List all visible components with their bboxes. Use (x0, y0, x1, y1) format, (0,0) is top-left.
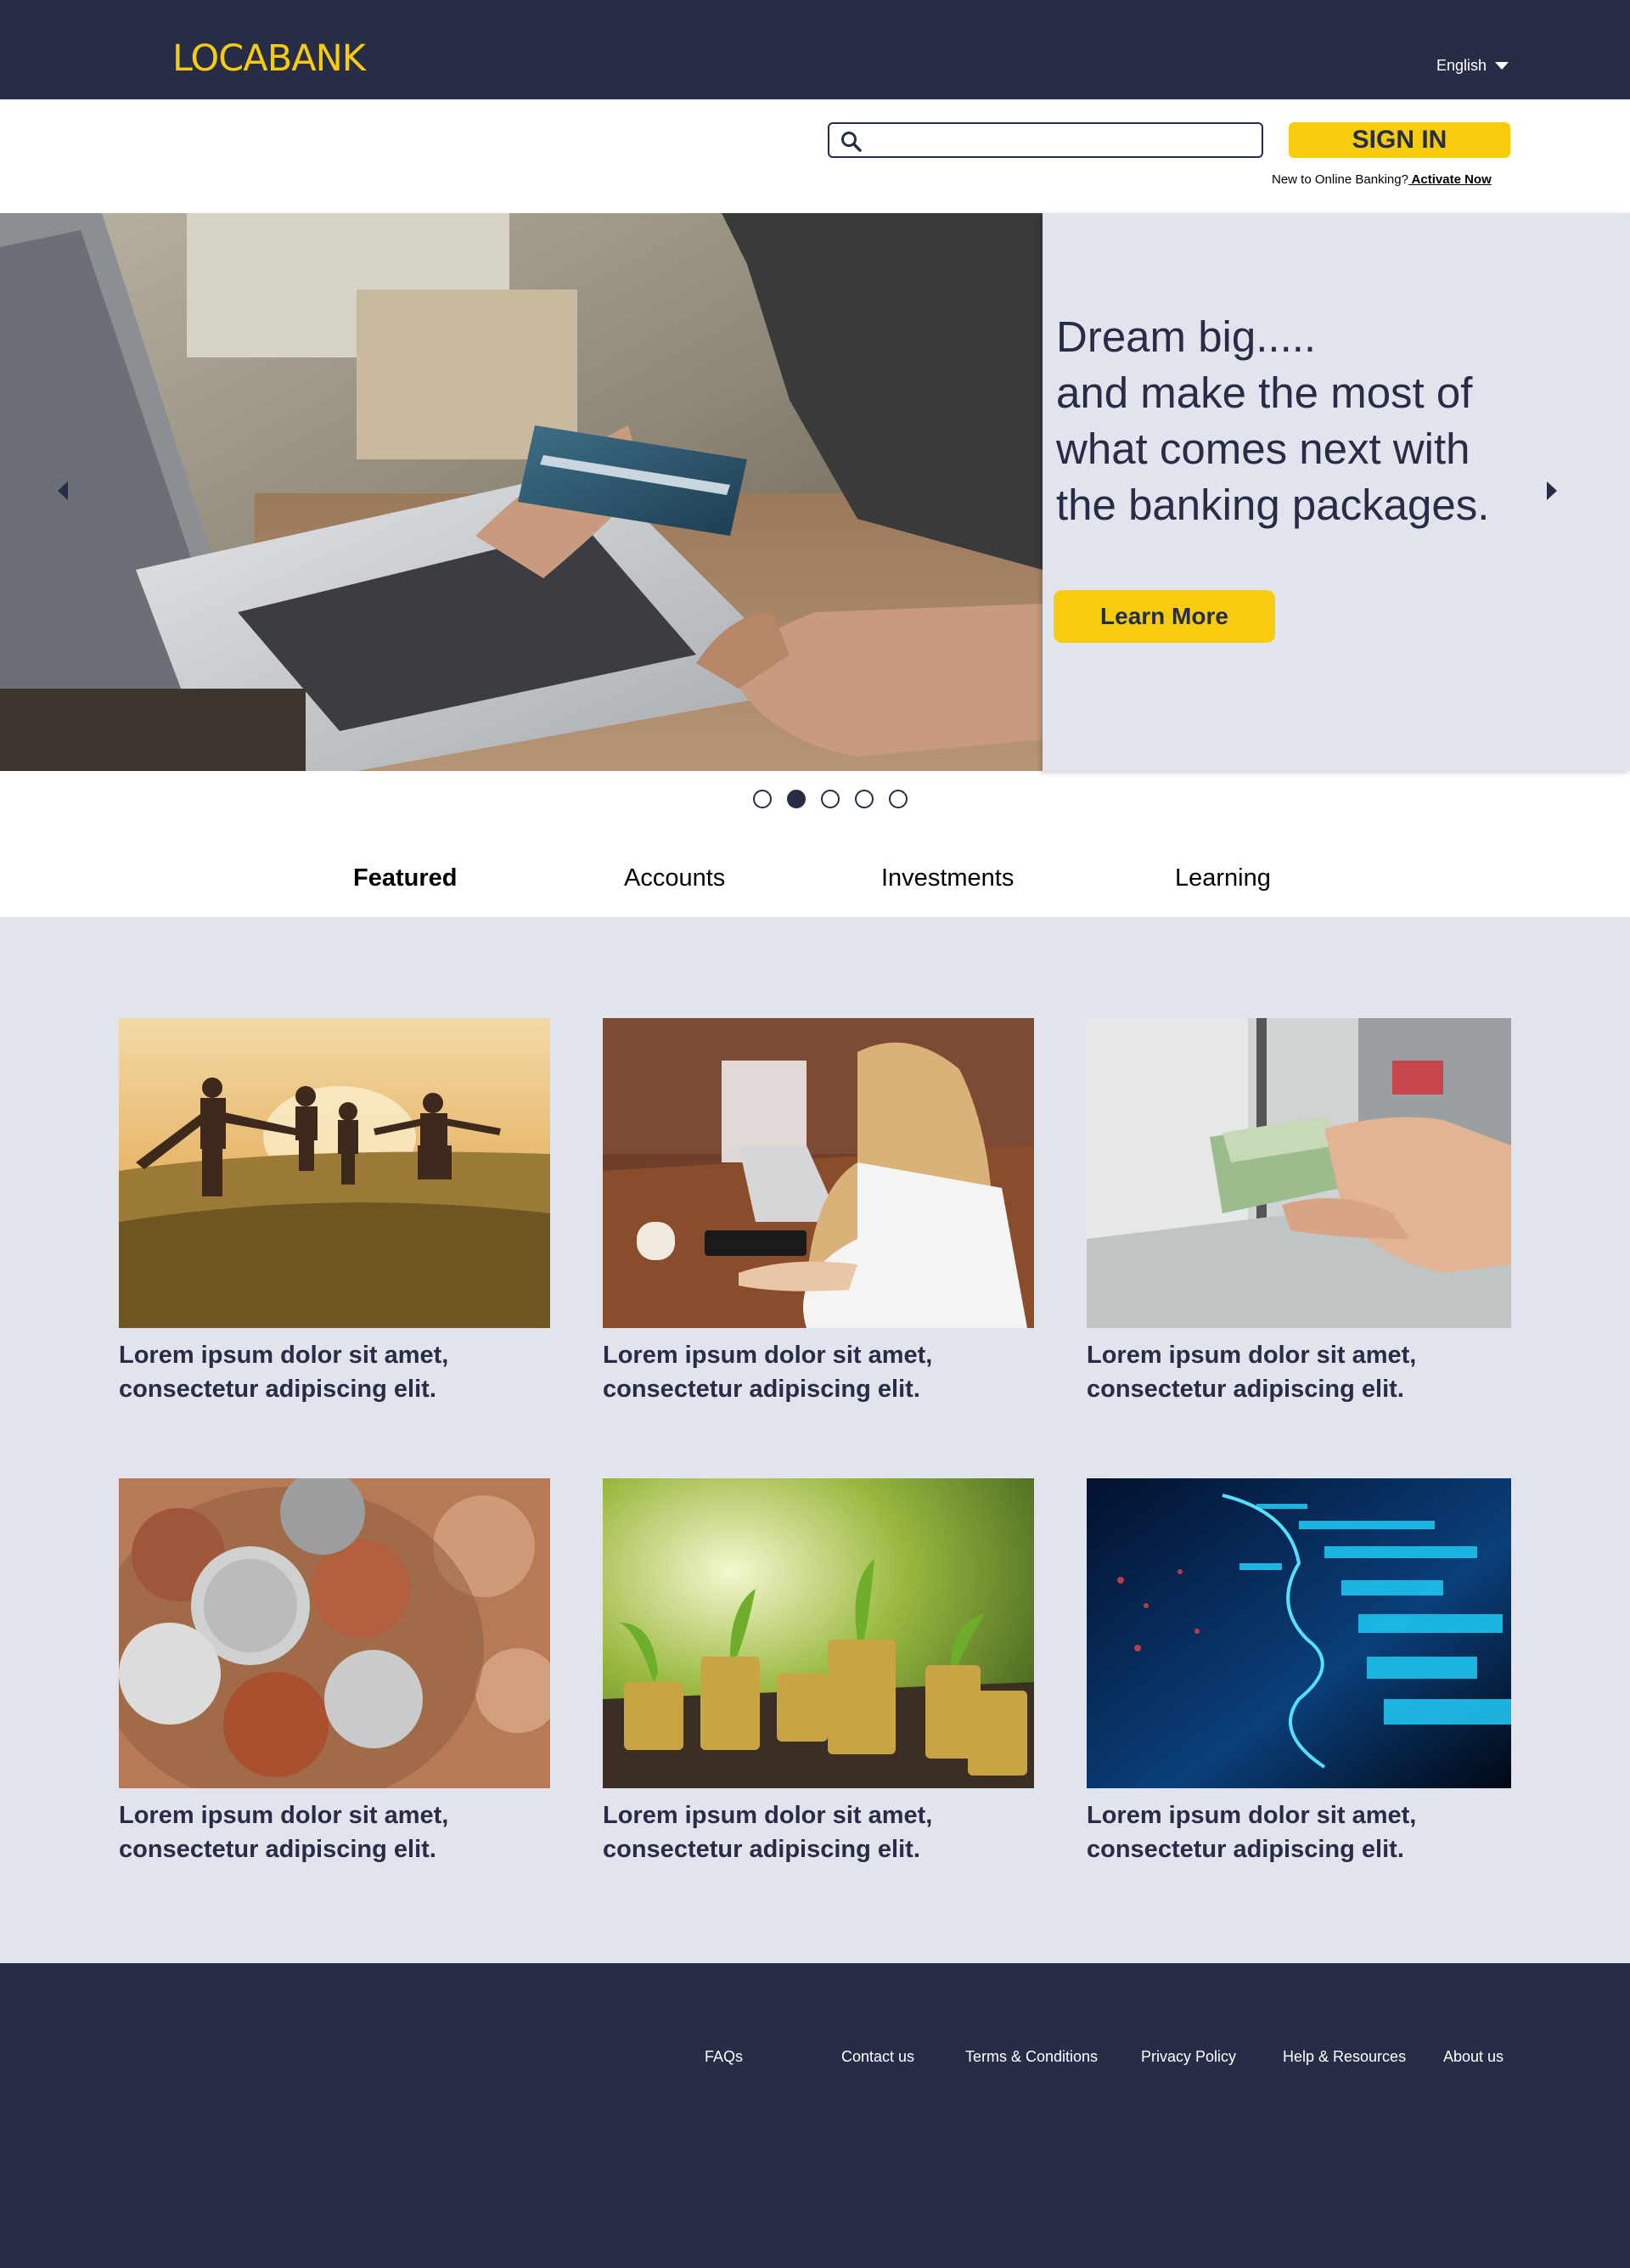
new-user-prompt: New to Online Banking? Activate Now (1272, 172, 1492, 187)
card-caption: Lorem ipsum dolor sit amet, consectetur … (119, 1338, 550, 1406)
card-image (119, 1478, 550, 1788)
new-user-text: New to Online Banking? (1272, 172, 1408, 187)
card-image (603, 1018, 1034, 1328)
card-caption-line-1: Lorem ipsum dolor sit amet, (603, 1802, 933, 1829)
card-image (603, 1478, 1034, 1788)
hero-headline: Dream big..... and make the most of what… (1056, 309, 1599, 533)
card-family[interactable]: Lorem ipsum dolor sit amet, consectetur … (119, 1018, 550, 1406)
hero-panel: Dream big..... and make the most of what… (1043, 213, 1630, 771)
card-caption-line-2: consectetur adipiscing elit. (119, 1836, 436, 1863)
card-caption-line-2: consectetur adipiscing elit. (1087, 1376, 1404, 1403)
card-caption-line-2: consectetur adipiscing elit. (603, 1836, 920, 1863)
carousel-dot-5[interactable] (889, 790, 908, 808)
card-caption: Lorem ipsum dolor sit amet, consectetur … (603, 1338, 1034, 1406)
carousel-dot-2[interactable] (787, 790, 806, 808)
hero-line-1: Dream big..... (1056, 312, 1317, 361)
footer-link-privacy[interactable]: Privacy Policy (1141, 2048, 1236, 2066)
chevron-down-icon (1495, 62, 1509, 70)
card-caption-line-2: consectetur adipiscing elit. (603, 1376, 920, 1403)
card-digital-data[interactable]: Lorem ipsum dolor sit amet, consectetur … (1087, 1478, 1518, 1866)
carousel-prev-arrow-icon[interactable] (58, 481, 68, 500)
sign-in-button[interactable]: SIGN IN (1289, 122, 1510, 158)
hero-line-4: the banking packages. (1056, 481, 1490, 529)
footer-link-about[interactable]: About us (1443, 2048, 1504, 2066)
site-footer: FAQs Contact us Terms & Conditions Priva… (0, 1963, 1630, 2268)
card-image (1087, 1018, 1518, 1328)
carousel-dot-3[interactable] (821, 790, 840, 808)
carousel-indicators (753, 790, 908, 808)
card-caption-line-1: Lorem ipsum dolor sit amet, (1087, 1802, 1417, 1829)
card-caption: Lorem ipsum dolor sit amet, consectetur … (1087, 1338, 1518, 1406)
card-office-woman[interactable]: Lorem ipsum dolor sit amet, consectetur … (603, 1018, 1034, 1406)
activate-now-link[interactable]: Activate Now (1408, 172, 1492, 187)
search-input[interactable] (870, 127, 1252, 153)
learn-more-button[interactable]: Learn More (1054, 590, 1275, 643)
card-caption-line-2: consectetur adipiscing elit. (119, 1376, 436, 1403)
category-tabs: Featured Accounts Investments Learning (0, 864, 1630, 898)
card-caption-line-2: consectetur adipiscing elit. (1087, 1836, 1404, 1863)
footer-link-faqs[interactable]: FAQs (705, 2048, 743, 2066)
card-cash-exchange[interactable]: Lorem ipsum dolor sit amet, consectetur … (1087, 1018, 1518, 1406)
carousel-next-arrow-icon[interactable] (1547, 481, 1557, 500)
footer-link-help[interactable]: Help & Resources (1283, 2048, 1406, 2066)
card-coin-jar[interactable]: Lorem ipsum dolor sit amet, consectetur … (119, 1478, 550, 1866)
language-label: English (1436, 57, 1487, 74)
bank-logo[interactable]: LOCABANK (172, 37, 366, 80)
carousel-dot-1[interactable] (753, 790, 772, 808)
hero-photo-laptop-card (0, 213, 1043, 771)
card-caption: Lorem ipsum dolor sit amet, consectetur … (1087, 1798, 1518, 1866)
carousel-dot-4[interactable] (855, 790, 874, 808)
card-caption: Lorem ipsum dolor sit amet, consectetur … (603, 1798, 1034, 1866)
language-selector[interactable]: English (1436, 57, 1509, 75)
footer-link-terms[interactable]: Terms & Conditions (965, 2048, 1098, 2066)
top-header: LOCABANK English (0, 0, 1630, 99)
card-image (1087, 1478, 1518, 1788)
card-caption-line-1: Lorem ipsum dolor sit amet, (1087, 1342, 1417, 1369)
hero-image (0, 213, 1043, 771)
tab-featured[interactable]: Featured (353, 864, 457, 892)
card-caption-line-1: Lorem ipsum dolor sit amet, (603, 1342, 933, 1369)
hero-line-3: what comes next with (1056, 425, 1470, 473)
footer-link-contact[interactable]: Contact us (841, 2048, 914, 2066)
hero-line-2: and make the most of (1056, 369, 1473, 417)
search-box[interactable] (828, 122, 1263, 158)
card-caption: Lorem ipsum dolor sit amet, consectetur … (119, 1798, 550, 1866)
card-caption-line-1: Lorem ipsum dolor sit amet, (119, 1802, 449, 1829)
tab-investments[interactable]: Investments (881, 864, 1014, 892)
card-image (119, 1018, 550, 1328)
search-icon (841, 132, 862, 152)
tab-learning[interactable]: Learning (1175, 864, 1271, 892)
card-caption-line-1: Lorem ipsum dolor sit amet, (119, 1342, 449, 1369)
card-coin-sprouts[interactable]: Lorem ipsum dolor sit amet, consectetur … (603, 1478, 1034, 1866)
tab-accounts[interactable]: Accounts (624, 864, 725, 892)
